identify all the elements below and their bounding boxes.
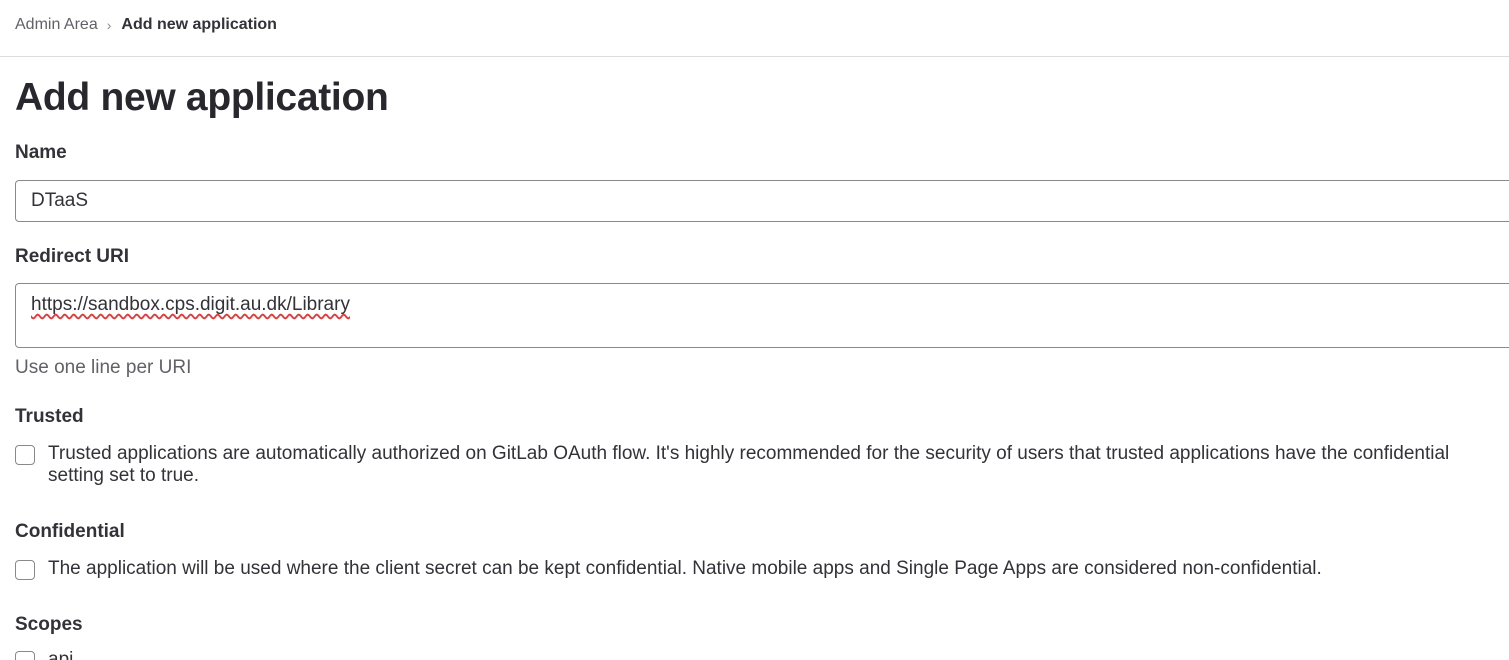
redirect-uri-value: https://sandbox.cps.digit.au.dk/Library [31, 294, 350, 315]
trusted-option: Trusted applications are automatically a… [15, 443, 1468, 487]
page-title: Add new application [15, 76, 389, 119]
name-label: Name [15, 142, 67, 163]
redirect-uri-textarea[interactable]: https://sandbox.cps.digit.au.dk/Library [15, 283, 1509, 348]
trusted-description: Trusted applications are automatically a… [48, 443, 1450, 486]
breadcrumb: Admin Area › Add new application [15, 16, 277, 34]
name-input[interactable] [15, 180, 1509, 222]
chevron-right-icon: › [106, 17, 112, 33]
scope-item-api: api [15, 649, 1468, 660]
scopes-label: Scopes [15, 614, 83, 635]
trusted-label: Trusted [15, 406, 84, 427]
confidential-option: The application will be used where the c… [15, 558, 1468, 580]
page: Admin Area › Add new application Add new… [0, 0, 1509, 660]
top-bar: Admin Area › Add new application [0, 0, 1509, 57]
breadcrumb-current[interactable]: Add new application [121, 16, 277, 34]
confidential-description: The application will be used where the c… [48, 558, 1322, 579]
confidential-label: Confidential [15, 521, 125, 542]
confidential-checkbox[interactable] [15, 560, 35, 580]
scope-api-checkbox[interactable] [15, 651, 35, 660]
scope-api-label: api [48, 649, 74, 660]
redirect-uri-label: Redirect URI [15, 246, 130, 267]
trusted-checkbox[interactable] [15, 445, 35, 465]
breadcrumb-admin-area-link[interactable]: Admin Area [15, 16, 98, 34]
redirect-uri-help: Use one line per URI [15, 357, 192, 378]
